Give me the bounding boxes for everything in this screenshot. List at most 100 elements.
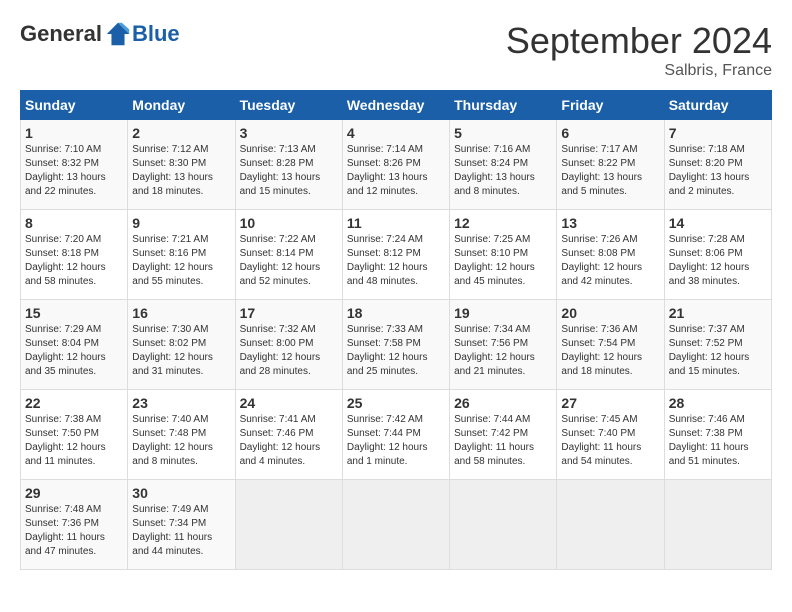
day-number: 14 (669, 215, 767, 231)
calendar-cell (450, 480, 557, 570)
cell-content: Sunrise: 7:10 AM Sunset: 8:32 PM Dayligh… (25, 143, 123, 199)
calendar-cell: 6Sunrise: 7:17 AM Sunset: 8:22 PM Daylig… (557, 120, 664, 210)
calendar-cell: 26Sunrise: 7:44 AM Sunset: 7:42 PM Dayli… (450, 390, 557, 480)
day-number: 26 (454, 395, 552, 411)
header-row: Sunday Monday Tuesday Wednesday Thursday… (21, 91, 772, 120)
day-number: 6 (561, 125, 659, 141)
cell-content: Sunrise: 7:42 AM Sunset: 7:44 PM Dayligh… (347, 413, 445, 469)
cell-content: Sunrise: 7:33 AM Sunset: 7:58 PM Dayligh… (347, 323, 445, 379)
calendar-cell: 17 Sunrise: 7:32 AM Sunset: 8:00 PM Dayli… (235, 300, 342, 390)
cell-content: Sunrise: 7:32 AM Sunset: 8:00 PM Dayligh… (240, 323, 338, 379)
calendar-cell: 22 Sunrise: 7:38 AM Sunset: 7:50 PM Dayli… (21, 390, 128, 480)
cell-content: Sunrise: 7:22 AM Sunset: 8:14 PM Dayligh… (240, 233, 338, 289)
day-number: 15 (25, 305, 123, 321)
col-monday: Monday (128, 91, 235, 120)
day-number: 7 (669, 125, 767, 141)
calendar-week-5: 29 Sunrise: 7:48 AM Sunset: 7:36 PM Dayli… (21, 480, 772, 570)
calendar-cell: 30Sunrise: 7:49 AM Sunset: 7:34 PM Dayli… (128, 480, 235, 570)
calendar-cell: 19 Sunrise: 7:34 AM Sunset: 7:56 PM Dayli… (450, 300, 557, 390)
day-number: 5 (454, 125, 552, 141)
calendar-cell: 21 Sunrise: 7:37 AM Sunset: 7:52 PM Dayli… (664, 300, 771, 390)
calendar-cell: 14 Sunrise: 7:28 AM Sunset: 8:06 PM Dayli… (664, 210, 771, 300)
title-section: September 2024 Salbris, France (506, 20, 772, 80)
calendar-cell: 20 Sunrise: 7:36 AM Sunset: 7:54 PM Dayli… (557, 300, 664, 390)
calendar-table: Sunday Monday Tuesday Wednesday Thursday… (20, 90, 772, 570)
day-number: 1 (25, 125, 123, 141)
day-number: 20 (561, 305, 659, 321)
calendar-week-3: 15 Sunrise: 7:29 AM Sunset: 8:04 PM Dayli… (21, 300, 772, 390)
day-number: 8 (25, 215, 123, 231)
logo-blue: Blue (132, 21, 180, 47)
day-number: 24 (240, 395, 338, 411)
col-wednesday: Wednesday (342, 91, 449, 120)
col-thursday: Thursday (450, 91, 557, 120)
calendar-cell: 23Sunrise: 7:40 AM Sunset: 7:48 PM Dayli… (128, 390, 235, 480)
calendar-cell: 16 Sunrise: 7:30 AM Sunset: 8:02 PM Dayli… (128, 300, 235, 390)
calendar-cell: 25 Sunrise: 7:42 AM Sunset: 7:44 PM Dayli… (342, 390, 449, 480)
calendar-cell: 12Sunrise: 7:25 AM Sunset: 8:10 PM Dayli… (450, 210, 557, 300)
cell-content: Sunrise: 7:13 AM Sunset: 8:28 PM Dayligh… (240, 143, 338, 199)
calendar-cell: 13 Sunrise: 7:26 AM Sunset: 8:08 PM Dayli… (557, 210, 664, 300)
calendar-cell: 10 Sunrise: 7:22 AM Sunset: 8:14 PM Dayli… (235, 210, 342, 300)
cell-content: Sunrise: 7:24 AM Sunset: 8:12 PM Dayligh… (347, 233, 445, 289)
calendar-cell: 5 Sunrise: 7:16 AM Sunset: 8:24 PM Daylig… (450, 120, 557, 210)
calendar-cell (557, 480, 664, 570)
calendar-cell (235, 480, 342, 570)
cell-content: Sunrise: 7:21 AM Sunset: 8:16 PM Dayligh… (132, 233, 230, 289)
calendar-cell: 9 Sunrise: 7:21 AM Sunset: 8:16 PM Daylig… (128, 210, 235, 300)
calendar-week-2: 8 Sunrise: 7:20 AM Sunset: 8:18 PM Daylig… (21, 210, 772, 300)
calendar-cell: 15 Sunrise: 7:29 AM Sunset: 8:04 PM Dayli… (21, 300, 128, 390)
cell-content: Sunrise: 7:34 AM Sunset: 7:56 PM Dayligh… (454, 323, 552, 379)
day-number: 16 (132, 305, 230, 321)
cell-content: Sunrise: 7:36 AM Sunset: 7:54 PM Dayligh… (561, 323, 659, 379)
cell-content: Sunrise: 7:41 AM Sunset: 7:46 PM Dayligh… (240, 413, 338, 469)
location: Salbris, France (506, 62, 772, 80)
day-number: 11 (347, 215, 445, 231)
calendar-cell: 29 Sunrise: 7:48 AM Sunset: 7:36 PM Dayli… (21, 480, 128, 570)
day-number: 17 (240, 305, 338, 321)
logo-general: General (20, 21, 102, 47)
calendar-week-4: 22 Sunrise: 7:38 AM Sunset: 7:50 PM Dayli… (21, 390, 772, 480)
day-number: 25 (347, 395, 445, 411)
calendar-cell: 3 Sunrise: 7:13 AM Sunset: 8:28 PM Daylig… (235, 120, 342, 210)
cell-content: Sunrise: 7:45 AM Sunset: 7:40 PM Dayligh… (561, 413, 659, 469)
col-saturday: Saturday (664, 91, 771, 120)
cell-content: Sunrise: 7:30 AM Sunset: 8:02 PM Dayligh… (132, 323, 230, 379)
calendar-cell: 7Sunrise: 7:18 AM Sunset: 8:20 PM Daylig… (664, 120, 771, 210)
month-title: September 2024 (506, 20, 772, 62)
day-number: 9 (132, 215, 230, 231)
cell-content: Sunrise: 7:46 AM Sunset: 7:38 PM Dayligh… (669, 413, 767, 469)
logo-icon (104, 20, 132, 48)
day-number: 10 (240, 215, 338, 231)
day-number: 21 (669, 305, 767, 321)
cell-content: Sunrise: 7:28 AM Sunset: 8:06 PM Dayligh… (669, 233, 767, 289)
day-number: 19 (454, 305, 552, 321)
day-number: 3 (240, 125, 338, 141)
calendar-week-1: 1 Sunrise: 7:10 AM Sunset: 8:32 PM Daylig… (21, 120, 772, 210)
day-number: 28 (669, 395, 767, 411)
calendar-cell (664, 480, 771, 570)
day-number: 22 (25, 395, 123, 411)
calendar-cell: 27Sunrise: 7:45 AM Sunset: 7:40 PM Dayli… (557, 390, 664, 480)
cell-content: Sunrise: 7:38 AM Sunset: 7:50 PM Dayligh… (25, 413, 123, 469)
cell-content: Sunrise: 7:26 AM Sunset: 8:08 PM Dayligh… (561, 233, 659, 289)
cell-content: Sunrise: 7:48 AM Sunset: 7:36 PM Dayligh… (25, 503, 123, 559)
col-tuesday: Tuesday (235, 91, 342, 120)
day-number: 29 (25, 485, 123, 501)
calendar-cell: 11 Sunrise: 7:24 AM Sunset: 8:12 PM Dayli… (342, 210, 449, 300)
page-header: General Blue September 2024 Salbris, Fra… (20, 20, 772, 80)
cell-content: Sunrise: 7:16 AM Sunset: 8:24 PM Dayligh… (454, 143, 552, 199)
calendar-cell: 2 Sunrise: 7:12 AM Sunset: 8:30 PM Daylig… (128, 120, 235, 210)
cell-content: Sunrise: 7:12 AM Sunset: 8:30 PM Dayligh… (132, 143, 230, 199)
day-number: 13 (561, 215, 659, 231)
cell-content: Sunrise: 7:29 AM Sunset: 8:04 PM Dayligh… (25, 323, 123, 379)
cell-content: Sunrise: 7:20 AM Sunset: 8:18 PM Dayligh… (25, 233, 123, 289)
calendar-cell: 8 Sunrise: 7:20 AM Sunset: 8:18 PM Daylig… (21, 210, 128, 300)
cell-content: Sunrise: 7:37 AM Sunset: 7:52 PM Dayligh… (669, 323, 767, 379)
day-number: 4 (347, 125, 445, 141)
col-friday: Friday (557, 91, 664, 120)
day-number: 2 (132, 125, 230, 141)
day-number: 30 (132, 485, 230, 501)
cell-content: Sunrise: 7:14 AM Sunset: 8:26 PM Dayligh… (347, 143, 445, 199)
calendar-cell: 4 Sunrise: 7:14 AM Sunset: 8:26 PM Daylig… (342, 120, 449, 210)
